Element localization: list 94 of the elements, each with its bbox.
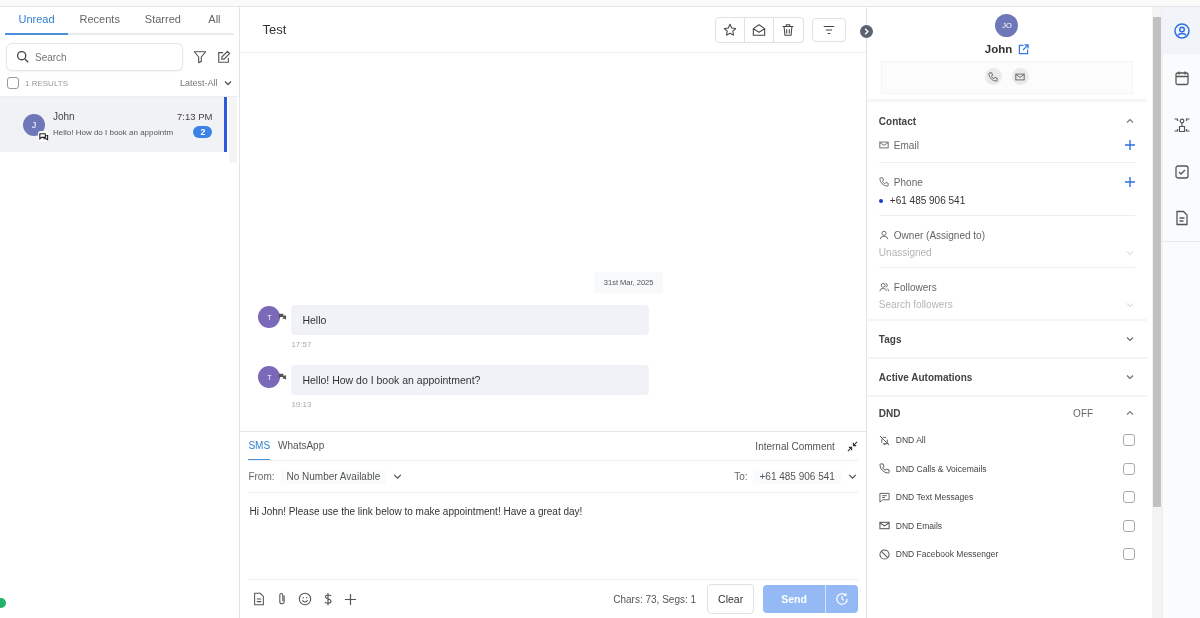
plus-icon[interactable]: [1125, 177, 1136, 187]
phone-icon: [878, 463, 890, 475]
inbox-tab[interactable]: Starred: [131, 7, 195, 35]
compose-icon[interactable]: [217, 50, 232, 64]
document-icon[interactable]: [252, 592, 267, 606]
phone-number: +61 485 906 541: [889, 195, 966, 206]
phone-icon: [878, 177, 889, 187]
chevron-down-icon[interactable]: [223, 78, 234, 88]
inbox-tab[interactable]: Unread: [5, 7, 69, 35]
contact-name: John: [53, 111, 75, 122]
message-preview: Hello! How do I book an appointm: [53, 127, 174, 137]
results-count: 1 RESULTS: [25, 78, 69, 88]
channel-tab[interactable]: WhatsApp: [278, 432, 325, 460]
dnd-status: OFF: [1073, 407, 1094, 419]
call-button[interactable]: [984, 68, 1002, 85]
unread-count: 2: [193, 126, 213, 138]
document-icon: [1173, 210, 1190, 226]
checkbox[interactable]: [1123, 434, 1136, 447]
email-button[interactable]: [1011, 68, 1029, 85]
scrollbar[interactable]: [1152, 7, 1163, 618]
checkbox[interactable]: [1123, 462, 1136, 475]
dnd-option-label: DND All: [895, 435, 926, 446]
checkbox[interactable]: [1123, 519, 1136, 532]
star-icon: [722, 22, 737, 37]
prohibited-icon: [878, 548, 890, 560]
section-title: DND: [878, 407, 901, 419]
collapse-icon[interactable]: [859, 25, 873, 38]
channel-tab[interactable]: SMS: [248, 432, 271, 460]
message-time: 19:13: [291, 400, 313, 409]
checkbox[interactable]: [1123, 491, 1136, 504]
minimize-icon[interactable]: [846, 440, 858, 452]
chevron-up-icon[interactable]: [1125, 116, 1136, 126]
chevron-up-icon[interactable]: [1125, 408, 1136, 418]
external-link-icon[interactable]: [1018, 43, 1030, 55]
person-icon: [878, 230, 889, 240]
checkbox[interactable]: [1123, 548, 1136, 561]
chat-icon: [278, 312, 288, 321]
chevron-down-icon: [1125, 372, 1136, 382]
message-bubble: Hello! How do I book an appointment?: [291, 365, 650, 395]
section-title: Contact: [878, 115, 917, 127]
filter-icon[interactable]: [193, 50, 208, 64]
field-label: Email: [893, 139, 919, 151]
person-icon: [1173, 22, 1190, 39]
from-dropdown[interactable]: No Number Available: [280, 469, 387, 484]
select-all-checkbox[interactable]: [7, 77, 19, 89]
dnd-option-label: DND Text Messages: [895, 492, 974, 503]
contact-tab[interactable]: [1163, 7, 1200, 54]
clock-icon: [834, 592, 849, 606]
phone-icon: [988, 71, 999, 82]
chat-icon: [278, 372, 288, 381]
trash-icon: [781, 22, 796, 37]
inbox-tab[interactable]: Recents: [68, 7, 132, 35]
bell-off-icon: [878, 434, 890, 446]
checkbox-icon: [1173, 163, 1190, 180]
contact-name: John: [984, 43, 1013, 55]
envelope-icon: [1015, 71, 1026, 82]
people-icon: [878, 282, 889, 292]
conversation-item[interactable]: J John 7:13 PM Hello! How do I book an appointm 2: [0, 97, 228, 152]
search-icon: [16, 50, 29, 63]
chat-icon: [38, 131, 49, 142]
to-dropdown[interactable]: +61 485 906 541: [753, 469, 841, 484]
sort-dropdown[interactable]: Latest-All: [179, 78, 218, 88]
avatar: J: [23, 113, 45, 136]
envelope-open-icon: [751, 22, 766, 37]
conversation-title: Test: [262, 22, 288, 37]
inbox-tab[interactable]: All: [194, 7, 235, 35]
plus-icon[interactable]: [1125, 140, 1136, 150]
search-field[interactable]: Search: [6, 43, 184, 71]
field-label: Owner (Assigned to): [893, 229, 985, 241]
network-icon: [1172, 116, 1191, 133]
dnd-option-label: DND Emails: [895, 520, 943, 531]
message-time: 7:13 PM: [177, 111, 213, 122]
envelope-icon: [878, 520, 890, 532]
chevron-down-icon: [1125, 334, 1136, 344]
scrollbar[interactable]: [229, 97, 238, 163]
message-icon: [878, 491, 890, 503]
clear-button[interactable]: Clear: [707, 584, 755, 614]
calendar-icon: [1173, 69, 1190, 86]
message-bubble: Hello: [291, 305, 650, 335]
section-header[interactable]: Active Automations: [866, 359, 1148, 397]
emoji-icon[interactable]: [298, 592, 313, 606]
envelope-icon: [878, 140, 889, 150]
plus-icon[interactable]: [344, 592, 358, 606]
character-counter: Chars: 73, Segs: 1: [613, 593, 697, 605]
from-label: From:: [248, 471, 275, 482]
message-time: 17:57: [291, 340, 313, 349]
dnd-option-label: DND Calls & Voicemails: [895, 463, 987, 474]
section-header[interactable]: Tags: [866, 321, 1148, 359]
filter-button[interactable]: [811, 17, 846, 42]
field-label: Phone: [893, 176, 923, 188]
dnd-option-label: DND Facebook Messenger: [895, 549, 999, 560]
field-label: Followers: [893, 281, 937, 293]
to-label: To:: [734, 471, 748, 482]
internal-comment-tab[interactable]: Internal Comment: [755, 440, 835, 452]
